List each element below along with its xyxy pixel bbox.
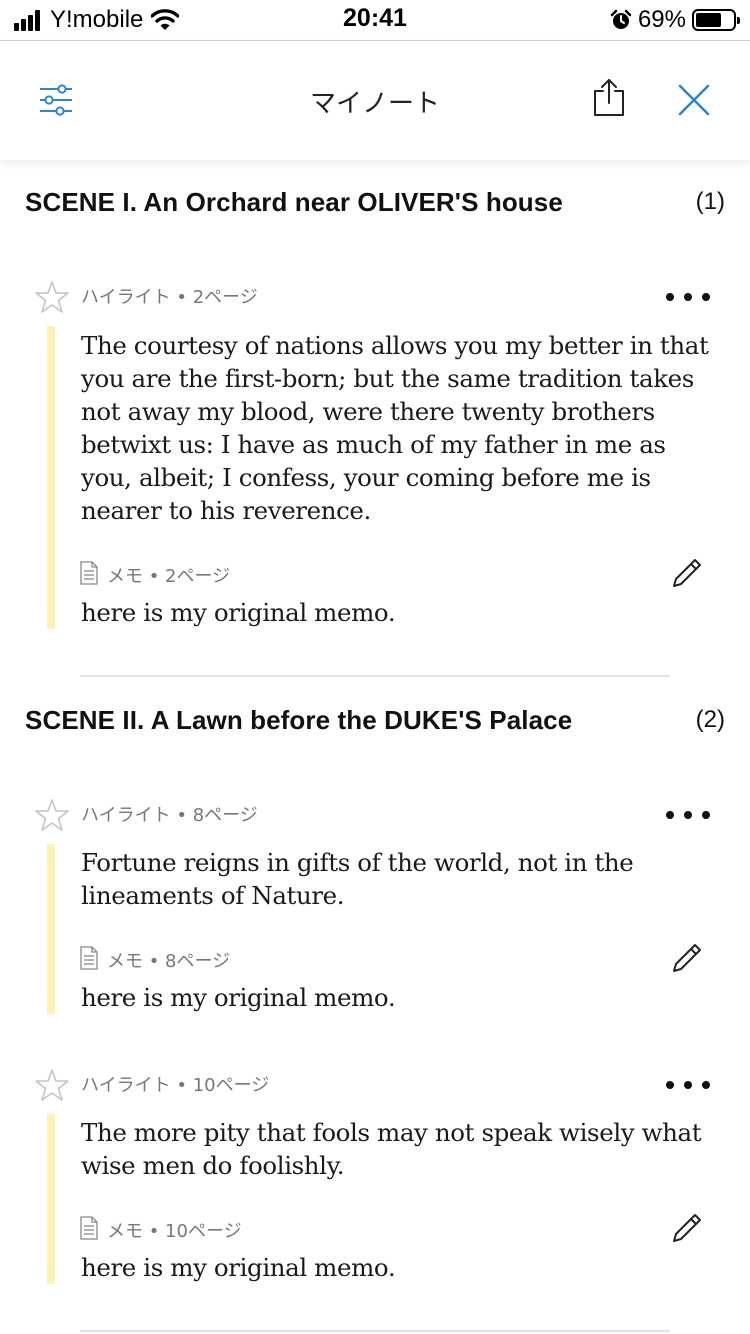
- section-count: (2): [695, 706, 725, 733]
- star-icon[interactable]: [35, 1068, 69, 1102]
- section-header: SCENE I. An Orchard near OLIVER'S house …: [25, 182, 725, 222]
- highlight-text[interactable]: The courtesy of nations allows you my be…: [81, 329, 721, 527]
- status-bar: Y!mobile 20:41 69%: [0, 0, 750, 40]
- highlight-color-bar: [47, 326, 55, 629]
- document-icon: [80, 561, 98, 585]
- share-button[interactable]: [584, 73, 634, 123]
- section-title: SCENE I. An Orchard near OLIVER'S house: [25, 186, 563, 217]
- divider: [80, 1330, 670, 1332]
- share-icon: [594, 79, 624, 116]
- highlight-meta: ハイライト • 8ページ: [81, 805, 258, 826]
- battery-icon: [692, 9, 740, 31]
- memo-meta: メモ • 8ページ: [107, 951, 231, 972]
- status-left: Y!mobile: [14, 6, 180, 34]
- document-icon: [80, 1216, 98, 1240]
- divider: [80, 675, 670, 677]
- highlight-meta: ハイライト • 10ページ: [81, 1075, 270, 1096]
- highlight-color-bar: [47, 844, 55, 1014]
- highlight-text[interactable]: The more pity that fools may not speak w…: [81, 1116, 721, 1182]
- alarm-icon: [610, 9, 632, 29]
- document-icon: [80, 946, 98, 970]
- highlight-text[interactable]: Fortune reigns in gifts of the world, no…: [81, 846, 721, 912]
- section-header: SCENE II. A Lawn before the DUKE'S Palac…: [25, 700, 725, 740]
- more-options-button[interactable]: [662, 282, 714, 312]
- top-nav-bar: マイノート: [0, 40, 750, 160]
- battery-percent: 69%: [637, 6, 686, 33]
- section-count: (1): [695, 188, 725, 215]
- highlight-meta: ハイライト • 2ページ: [81, 287, 258, 308]
- pencil-icon: [673, 944, 701, 972]
- star-icon[interactable]: [35, 798, 69, 832]
- wifi-icon: [151, 9, 180, 30]
- more-options-button[interactable]: [662, 800, 714, 830]
- status-right: 69%: [610, 6, 740, 34]
- close-button[interactable]: [669, 75, 719, 125]
- section-title: SCENE II. A Lawn before the DUKE'S Palac…: [25, 704, 573, 735]
- memo-text[interactable]: here is my original memo.: [81, 596, 396, 629]
- close-icon: [678, 84, 710, 116]
- highlight-color-bar: [47, 1114, 55, 1284]
- notes-list[interactable]: SCENE I. An Orchard near OLIVER'S house …: [0, 160, 750, 1334]
- more-options-button[interactable]: [662, 1070, 714, 1100]
- edit-memo-button[interactable]: [666, 1207, 708, 1249]
- memo-meta: メモ • 10ページ: [107, 1221, 242, 1242]
- memo-meta: メモ • 2ページ: [107, 566, 231, 587]
- pencil-icon: [673, 559, 701, 587]
- star-icon[interactable]: [35, 280, 69, 314]
- memo-text[interactable]: here is my original memo.: [81, 981, 396, 1014]
- page-title: マイノート: [309, 89, 440, 119]
- edit-memo-button[interactable]: [666, 552, 708, 594]
- edit-memo-button[interactable]: [666, 937, 708, 979]
- battery-level-fill: [696, 13, 721, 27]
- pencil-icon: [673, 1214, 701, 1242]
- carrier-label: Y!mobile: [50, 6, 144, 33]
- memo-text[interactable]: here is my original memo.: [81, 1251, 396, 1284]
- signal-icon: [14, 9, 42, 31]
